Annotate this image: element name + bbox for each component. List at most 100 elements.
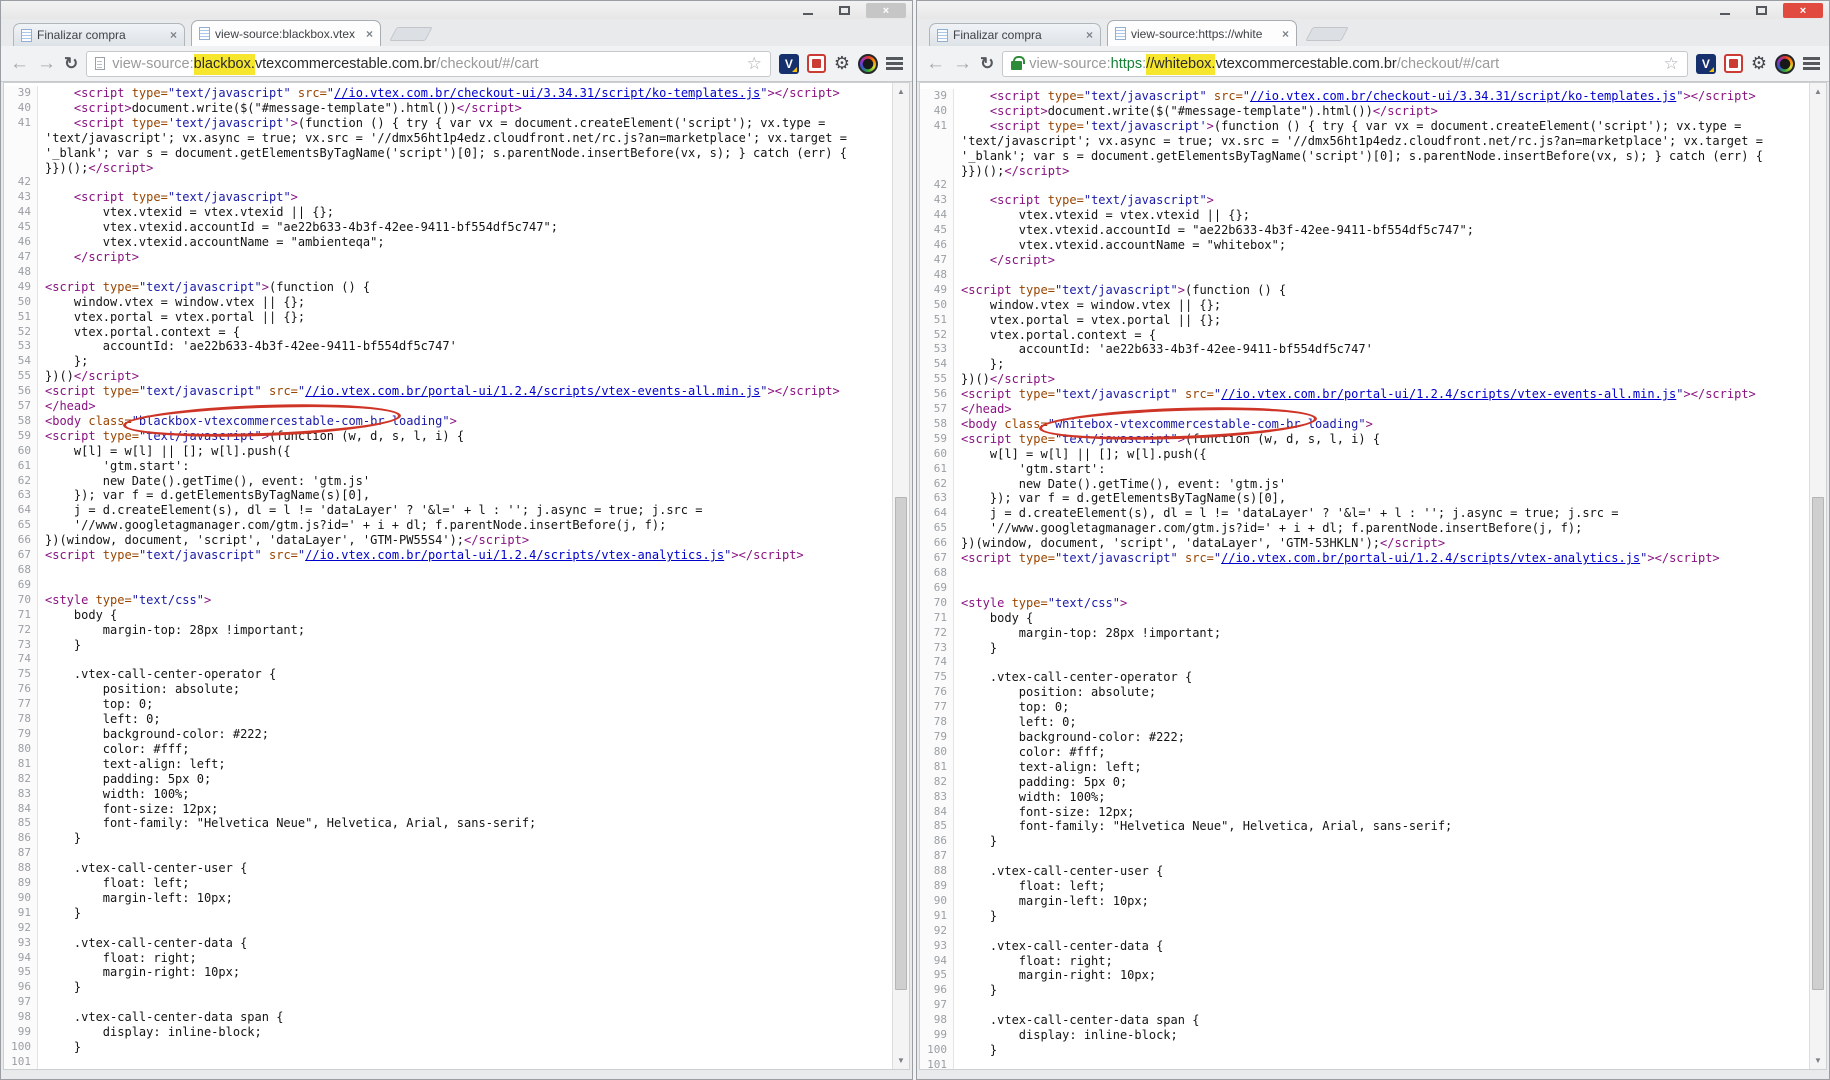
- tab-finalizar-compra[interactable]: Finalizar compra ×: [929, 23, 1101, 46]
- red-extension-icon[interactable]: [807, 54, 826, 73]
- source-link[interactable]: //io.vtex.com.br/portal-ui/1.2.4/scripts…: [1221, 387, 1676, 401]
- scrollbar-thumb[interactable]: [895, 497, 907, 990]
- line-number: 60: [920, 447, 954, 462]
- line-number: 48: [4, 265, 38, 280]
- code-text: font-family: "Helvetica Neue", Helvetica…: [954, 819, 1809, 834]
- red-extension-icon[interactable]: [1724, 54, 1743, 73]
- back-icon[interactable]: ←: [926, 54, 945, 73]
- lens-extension-icon[interactable]: [1775, 54, 1795, 74]
- line-number: 71: [920, 611, 954, 626]
- code-line: 61 'gtm.start':: [920, 462, 1809, 477]
- lens-extension-icon[interactable]: [858, 54, 878, 74]
- source-link[interactable]: //io.vtex.com.br/checkout-ui/3.34.31/scr…: [334, 86, 760, 100]
- new-tab-button[interactable]: [389, 27, 432, 41]
- code-text: [38, 652, 892, 667]
- address-bar[interactable]: view-source:blackbox.vtexcommercestable.…: [86, 51, 771, 77]
- source-link[interactable]: //io.vtex.com.br/portal-ui/1.2.4/scripts…: [305, 384, 760, 398]
- code-line: 45 vtex.vtexid.accountId = "ae22b633-4b3…: [4, 220, 892, 235]
- maximize-icon[interactable]: [1747, 3, 1775, 18]
- scroll-down-icon[interactable]: ▼: [893, 1053, 909, 1068]
- code-text: <script type="text/javascript" src="//io…: [38, 86, 892, 101]
- code-text: <script>document.write($("#message-templ…: [954, 104, 1809, 119]
- close-icon[interactable]: ×: [866, 3, 906, 18]
- code-line: 74: [4, 652, 892, 667]
- vertical-scrollbar[interactable]: ▲ ▼: [1809, 83, 1826, 1069]
- code-line: 49<script type="text/javascript">(functi…: [4, 280, 892, 295]
- vertical-scrollbar[interactable]: ▲ ▼: [892, 83, 909, 1069]
- scrollbar-thumb[interactable]: [1812, 497, 1824, 990]
- reload-icon[interactable]: ↻: [980, 55, 994, 72]
- line-number: 62: [920, 477, 954, 492]
- code-line: 60 w[l] = w[l] || []; w[l].push({: [4, 444, 892, 459]
- bookmark-star-icon[interactable]: ☆: [747, 54, 762, 74]
- line-number: 86: [920, 834, 954, 849]
- code-line: 71 body {: [920, 611, 1809, 626]
- line-number: 93: [920, 939, 954, 954]
- code-text: background-color: #222;: [38, 727, 892, 742]
- code-line: 64 j = d.createElement(s), dl = l != 'da…: [920, 506, 1809, 521]
- line-number: 53: [920, 342, 954, 357]
- scroll-up-icon[interactable]: ▲: [1810, 84, 1826, 99]
- tab-close-icon[interactable]: ×: [1282, 28, 1289, 40]
- scroll-down-icon[interactable]: ▼: [1810, 1053, 1826, 1068]
- code-text: <script type="text/javascript" src="//io…: [954, 551, 1809, 566]
- code-text: j = d.createElement(s), dl = l != 'dataL…: [954, 506, 1809, 521]
- tab-close-icon[interactable]: ×: [170, 29, 177, 41]
- code-line: 84 font-size: 12px;: [920, 805, 1809, 820]
- code-line: 101: [920, 1058, 1809, 1069]
- maximize-icon[interactable]: [830, 3, 858, 18]
- tab-close-icon[interactable]: ×: [1086, 29, 1093, 41]
- bookmark-star-icon[interactable]: ☆: [1664, 54, 1679, 74]
- code-text: font-family: "Helvetica Neue", Helvetica…: [38, 816, 892, 831]
- code-text: <script type="text/javascript" src="//io…: [38, 384, 892, 399]
- code-text: }: [954, 983, 1809, 998]
- code-line: 77 top: 0;: [920, 700, 1809, 715]
- back-icon[interactable]: ←: [10, 54, 29, 73]
- toolbar: ← → ↻ view-source:blackbox.vtexcommerces…: [1, 46, 912, 82]
- line-number: 65: [4, 518, 38, 533]
- scroll-up-icon[interactable]: ▲: [893, 84, 909, 99]
- code-text: [38, 995, 892, 1010]
- code-line: 48: [920, 268, 1809, 283]
- code-text: vtex.portal.context = {: [38, 325, 892, 340]
- line-number: 79: [4, 727, 38, 742]
- line-number: 51: [920, 313, 954, 328]
- line-number: 81: [4, 757, 38, 772]
- code-line: 74: [920, 655, 1809, 670]
- code-text: left: 0;: [38, 712, 892, 727]
- source-link[interactable]: //io.vtex.com.br/portal-ui/1.2.4/scripts…: [1221, 551, 1640, 565]
- code-text: .vtex-call-center-data span {: [38, 1010, 892, 1025]
- source-link[interactable]: //io.vtex.com.br/portal-ui/1.2.4/scripts…: [305, 548, 724, 562]
- code-line: 99 display: inline-block;: [920, 1028, 1809, 1043]
- code-line: 56<script type="text/javascript" src="//…: [920, 387, 1809, 402]
- code-text: margin-top: 28px !important;: [38, 623, 892, 638]
- minimize-icon[interactable]: [794, 3, 822, 18]
- forward-icon[interactable]: →: [953, 54, 972, 73]
- line-number: 90: [4, 891, 38, 906]
- code-line: 91 }: [920, 909, 1809, 924]
- line-number: 44: [4, 205, 38, 220]
- code-line: 73 }: [4, 638, 892, 653]
- line-number: 99: [4, 1025, 38, 1040]
- line-number: 45: [920, 223, 954, 238]
- source-link[interactable]: //io.vtex.com.br/checkout-ui/3.34.31/scr…: [1250, 89, 1676, 103]
- gear-icon[interactable]: ⚙: [1751, 53, 1767, 74]
- line-number: 42: [4, 175, 38, 190]
- tab-close-icon[interactable]: ×: [366, 28, 373, 40]
- minimize-icon[interactable]: [1711, 3, 1739, 18]
- close-icon[interactable]: ×: [1783, 3, 1823, 18]
- tab-finalizar-compra[interactable]: Finalizar compra ×: [13, 23, 185, 46]
- menu-icon[interactable]: [886, 57, 903, 70]
- vtex-extension-icon[interactable]: V: [779, 54, 799, 74]
- forward-icon[interactable]: →: [37, 54, 56, 73]
- menu-icon[interactable]: [1803, 57, 1820, 70]
- new-tab-button[interactable]: [1305, 27, 1348, 41]
- tab-view-source[interactable]: view-source:https://white ×: [1107, 20, 1297, 46]
- vtex-extension-icon[interactable]: V: [1696, 54, 1716, 74]
- line-number: 70: [920, 596, 954, 611]
- address-bar[interactable]: view-source:https://whitebox.vtexcommerc…: [1002, 51, 1688, 77]
- gear-icon[interactable]: ⚙: [834, 53, 850, 74]
- tab-view-source[interactable]: view-source:blackbox.vtex ×: [191, 20, 381, 46]
- reload-icon[interactable]: ↻: [64, 55, 78, 72]
- code-text: </head>: [38, 399, 892, 414]
